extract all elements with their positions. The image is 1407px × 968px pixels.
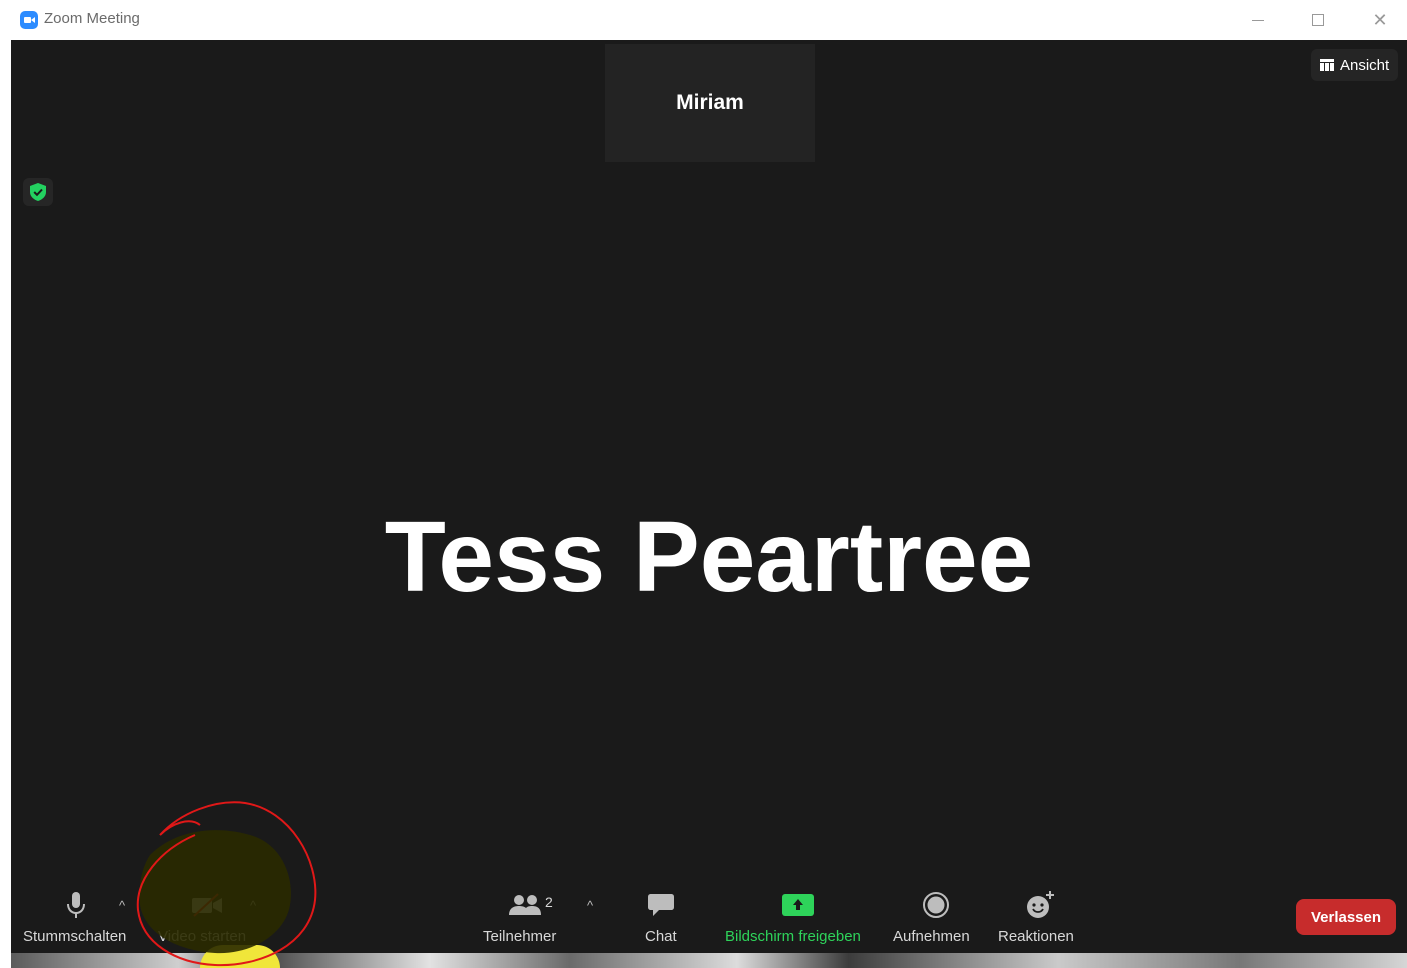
mute-label: Stummschalten [23,928,127,945]
record-button[interactable]: Aufnehmen [891,880,981,953]
mute-button[interactable]: ^ Stummschalten [11,880,141,953]
share-label: Bildschirm freigeben [725,928,861,945]
meeting-toolbar: ^ Stummschalten ^ Video starten 2 ^ Teil… [11,880,1407,953]
microphone-icon [67,892,85,918]
title-bar: Zoom Meeting ✕ [0,0,1407,40]
record-label: Aufnehmen [893,928,970,945]
maximize-icon [1312,14,1324,26]
thumbnail-name: Miriam [676,91,744,114]
start-video-button[interactable]: ^ Video starten [148,880,268,953]
emoji-plus-icon [1027,891,1054,918]
video-off-icon [192,893,222,917]
video-label: Video starten [158,928,247,945]
leave-button[interactable]: Verlassen [1296,899,1396,935]
view-button[interactable]: Ansicht [1311,49,1399,81]
video-options-caret[interactable]: ^ [250,898,256,913]
shield-check-icon [30,183,46,201]
participant-thumbnail[interactable]: Miriam [605,44,815,162]
close-button[interactable]: ✕ [1362,6,1398,34]
minimize-button[interactable] [1240,6,1276,34]
reactions-button[interactable]: Reaktionen [996,880,1086,953]
zoom-window: Zoom Meeting ✕ Miriam Ansicht Tess Peart… [0,0,1407,968]
minimize-icon [1252,19,1264,21]
view-button-label: Ansicht [1340,56,1390,74]
participants-label: Teilnehmer [483,928,557,945]
window-title: Zoom Meeting [44,10,140,27]
mute-options-caret[interactable]: ^ [119,898,125,913]
zoom-camera-icon [20,11,38,29]
participants-button[interactable]: 2 ^ Teilnehmer [473,880,603,953]
active-speaker-name: Tess Peartree [384,501,1034,613]
record-icon [923,892,949,918]
reactions-label: Reaktionen [998,928,1074,945]
grid-icon [1320,59,1334,71]
meeting-area: Miriam Ansicht Tess Peartree [11,40,1407,953]
people-icon [509,895,541,915]
close-icon: ✕ [1372,9,1388,30]
share-screen-button[interactable]: Bildschirm freigeben [723,880,875,953]
maximize-button[interactable] [1300,6,1336,34]
security-badge[interactable] [23,178,53,206]
chat-bubble-icon [648,894,674,916]
chat-label: Chat [645,928,677,945]
share-screen-arrow-icon [782,894,814,916]
participants-options-caret[interactable]: ^ [587,898,593,913]
participants-count: 2 [545,894,553,910]
chat-button[interactable]: Chat [631,880,691,953]
